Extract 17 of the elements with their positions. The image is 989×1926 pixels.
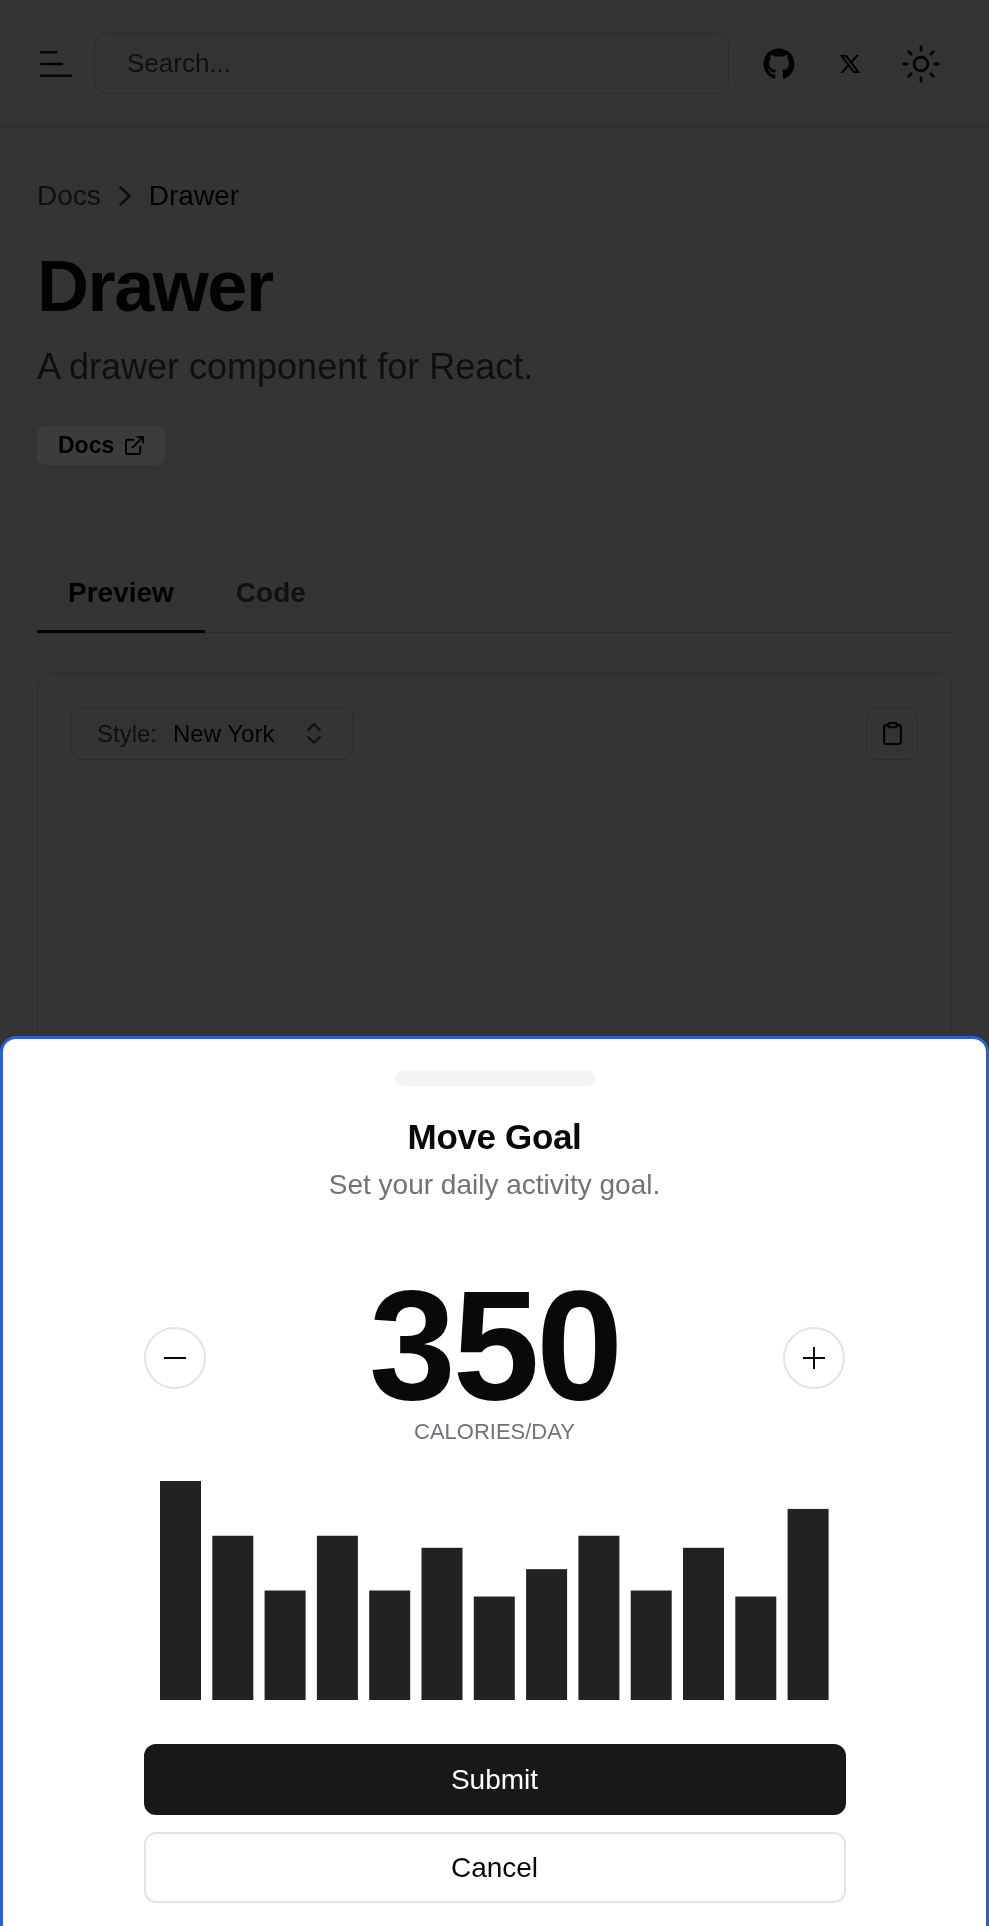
plus-icon: [803, 1347, 826, 1369]
goal-value: 350: [369, 1271, 620, 1419]
sun-icon[interactable]: [902, 44, 940, 83]
drawer-description: Set your daily activity goal.: [328, 1168, 661, 1202]
unit-label: CALORIES/DAY: [414, 1419, 575, 1445]
copy-button[interactable]: [866, 707, 918, 760]
cancel-button[interactable]: Cancel: [143, 1832, 846, 1903]
chevrons-up-down-icon: [307, 723, 321, 744]
minus-icon: [163, 1357, 186, 1359]
drawer-title: Move Goal: [407, 1116, 582, 1158]
github-icon[interactable]: [763, 47, 795, 80]
external-link-icon: [125, 436, 145, 455]
chevron-right-icon: [118, 186, 131, 206]
docs-link[interactable]: Docs: [37, 426, 166, 465]
menu-icon[interactable]: [40, 50, 72, 77]
submit-button[interactable]: Submit: [143, 1744, 846, 1815]
clipboard-icon: [882, 722, 902, 745]
